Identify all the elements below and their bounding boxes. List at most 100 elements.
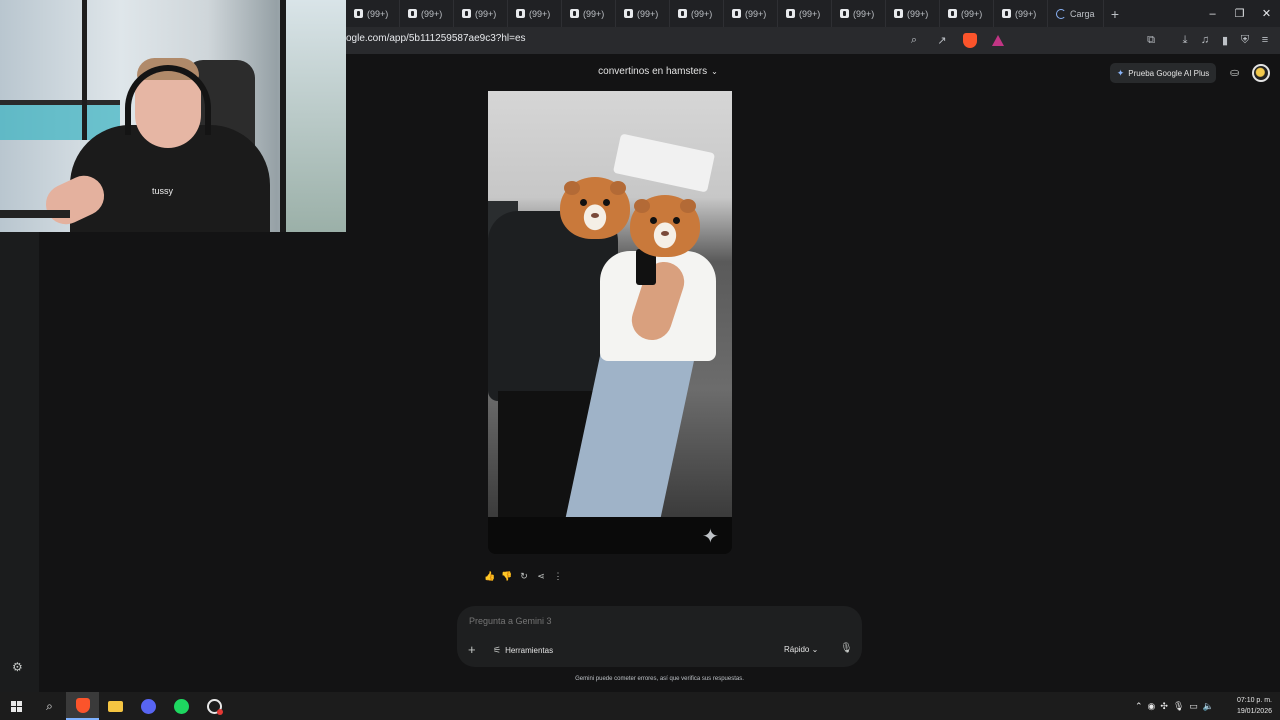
restore-button[interactable]: ❐ <box>1226 0 1253 27</box>
tab-tiktok[interactable]: (99+) <box>454 0 508 27</box>
tab-tiktok[interactable]: (99+) <box>724 0 778 27</box>
thumbs-down-icon[interactable]: 👎 <box>501 570 513 582</box>
hamster-head-right <box>630 195 700 257</box>
tiktok-icon <box>624 9 633 18</box>
media-icon[interactable]: ♫ <box>1196 31 1214 49</box>
volume-icon[interactable]: 🔈 <box>1203 701 1214 712</box>
hamster-head-left <box>560 177 630 239</box>
screenshot-icon[interactable]: ⧉ <box>1142 31 1160 49</box>
spotify-icon <box>174 698 189 714</box>
taskbar-obs[interactable] <box>198 692 231 720</box>
settings-gear-icon[interactable]: ⚙ <box>12 660 23 674</box>
search-icon: ⌕ <box>46 698 53 713</box>
toolbar-right: ⧉ ⤓ ♫ ▮ ⛨ ≡ <box>1142 31 1274 49</box>
tab-label: (99+) <box>961 8 983 19</box>
tiktok-icon <box>894 9 903 18</box>
tab-tiktok[interactable]: (99+) <box>508 0 562 27</box>
menu-icon[interactable]: ≡ <box>1256 31 1274 49</box>
rewards-triangle-icon <box>992 34 1004 46</box>
zoom-icon[interactable]: ⌕ <box>905 31 923 49</box>
tools-icon: ⚟ <box>493 645 502 655</box>
tiktok-icon <box>948 9 957 18</box>
tiktok-icon <box>840 9 849 18</box>
share-icon[interactable]: ↗ <box>933 31 951 49</box>
gemini-sparkle-icon: ✦ <box>702 526 719 548</box>
try-ai-plus-button[interactable]: ✦ Prueba Google AI Plus <box>1110 63 1216 83</box>
webcam-overlay: tussy <box>0 0 346 232</box>
brave-icon <box>75 697 90 713</box>
microphone-icon[interactable]: 🎙 <box>840 643 853 654</box>
temporary-chat-icon[interactable]: ⛀ <box>1230 66 1239 79</box>
taskbar-brave[interactable] <box>66 692 99 720</box>
search-button[interactable]: ⌕ <box>33 692 66 720</box>
chat-title-dropdown[interactable]: convertinos en hamsters ⌄ <box>0 66 1280 77</box>
tiktok-icon <box>462 9 471 18</box>
webcam-window <box>280 0 346 232</box>
network-app-icon[interactable]: ✣ <box>1160 701 1168 712</box>
new-tab-button[interactable]: + <box>1104 6 1126 22</box>
taskbar-clock[interactable]: 07:10 p. m. 19/01/2026 <box>1232 695 1272 717</box>
tab-label: (99+) <box>691 8 713 19</box>
minimize-button[interactable]: – <box>1199 0 1226 27</box>
steam-icon[interactable]: ◉ <box>1148 701 1156 712</box>
tab-tiktok[interactable]: (99+) <box>940 0 994 27</box>
taskbar-discord[interactable] <box>132 692 165 720</box>
start-button[interactable] <box>0 692 33 720</box>
url-field[interactable]: ogle.com/app/5b111259587ae9c3?hl=es <box>346 33 526 44</box>
thumbs-up-icon[interactable]: 👍 <box>484 570 496 582</box>
model-mode-dropdown[interactable]: Rápido ⌄ <box>784 645 818 654</box>
more-options-icon[interactable]: ⋮ <box>552 570 564 582</box>
folder-icon <box>108 700 123 712</box>
close-window-button[interactable]: ✕ <box>1253 0 1280 27</box>
download-icon[interactable]: ⤓ <box>1176 31 1194 49</box>
brave-shield-icon <box>963 32 977 48</box>
prompt-input[interactable] <box>469 616 849 626</box>
taskbar-explorer[interactable] <box>99 692 132 720</box>
disclaimer: Gemini puede cometer errores, así que ve… <box>575 676 744 682</box>
tiktok-icon <box>408 9 417 18</box>
add-attachment-button[interactable]: + <box>468 642 476 657</box>
tab-label: (99+) <box>907 8 929 19</box>
taskbar-spotify[interactable] <box>165 692 198 720</box>
response-actions: 👍 👎 ↻ ⋖ ⋮ <box>484 570 564 582</box>
tab-tiktok[interactable]: (99+) <box>346 0 400 27</box>
vpn-shield-icon[interactable]: ⛨ <box>1236 31 1254 49</box>
avatar[interactable] <box>1252 64 1270 82</box>
tab-label: (99+) <box>853 8 875 19</box>
chevron-up-icon[interactable]: ⌃ <box>1135 701 1143 712</box>
tab-label: (99+) <box>529 8 551 19</box>
webcam-mic-arm <box>0 210 70 218</box>
sparkle-icon: ✦ <box>1116 67 1125 78</box>
tab-label: (99+) <box>745 8 767 19</box>
tab-loading[interactable]: Carga <box>1048 0 1104 27</box>
sidebar-toggle-icon[interactable]: ▮ <box>1216 31 1234 49</box>
clock-date: 19/01/2026 <box>1236 708 1272 715</box>
tab-tiktok[interactable]: (99+) <box>562 0 616 27</box>
mic-tray-icon[interactable]: 🎙 <box>1173 701 1184 712</box>
tab-tiktok[interactable]: (99+) <box>616 0 670 27</box>
brave-rewards-button[interactable] <box>989 31 1007 49</box>
generated-image-card[interactable]: ✦ <box>488 91 732 554</box>
tab-tiktok[interactable]: (99+) <box>400 0 454 27</box>
tab-tiktok[interactable]: (99+) <box>670 0 724 27</box>
tab-tiktok[interactable]: (99+) <box>832 0 886 27</box>
tab-tiktok[interactable]: (99+) <box>778 0 832 27</box>
discord-icon <box>141 698 156 714</box>
share-response-icon[interactable]: ⋖ <box>535 570 547 582</box>
promo-label: Prueba Google AI Plus <box>1128 68 1210 78</box>
brave-shields-button[interactable] <box>961 31 979 49</box>
tiktok-icon <box>678 9 687 18</box>
generated-image[interactable] <box>488 91 732 517</box>
tab-label: Carga <box>1070 8 1095 19</box>
tab-tiktok[interactable]: (99+) <box>886 0 940 27</box>
tools-label: Herramientas <box>505 646 554 655</box>
regenerate-icon[interactable]: ↻ <box>518 570 530 582</box>
wifi-icon[interactable]: ▭ <box>1189 701 1198 712</box>
tab-label: (99+) <box>475 8 497 19</box>
tab-tiktok[interactable]: (99+) <box>994 0 1048 27</box>
obs-icon <box>207 698 223 715</box>
address-bar-actions: ⌕ ↗ <box>905 31 1007 49</box>
tools-button[interactable]: ⚟ Herramientas <box>493 645 553 656</box>
mode-label: Rápido <box>784 645 810 654</box>
air-conditioner <box>612 133 716 193</box>
